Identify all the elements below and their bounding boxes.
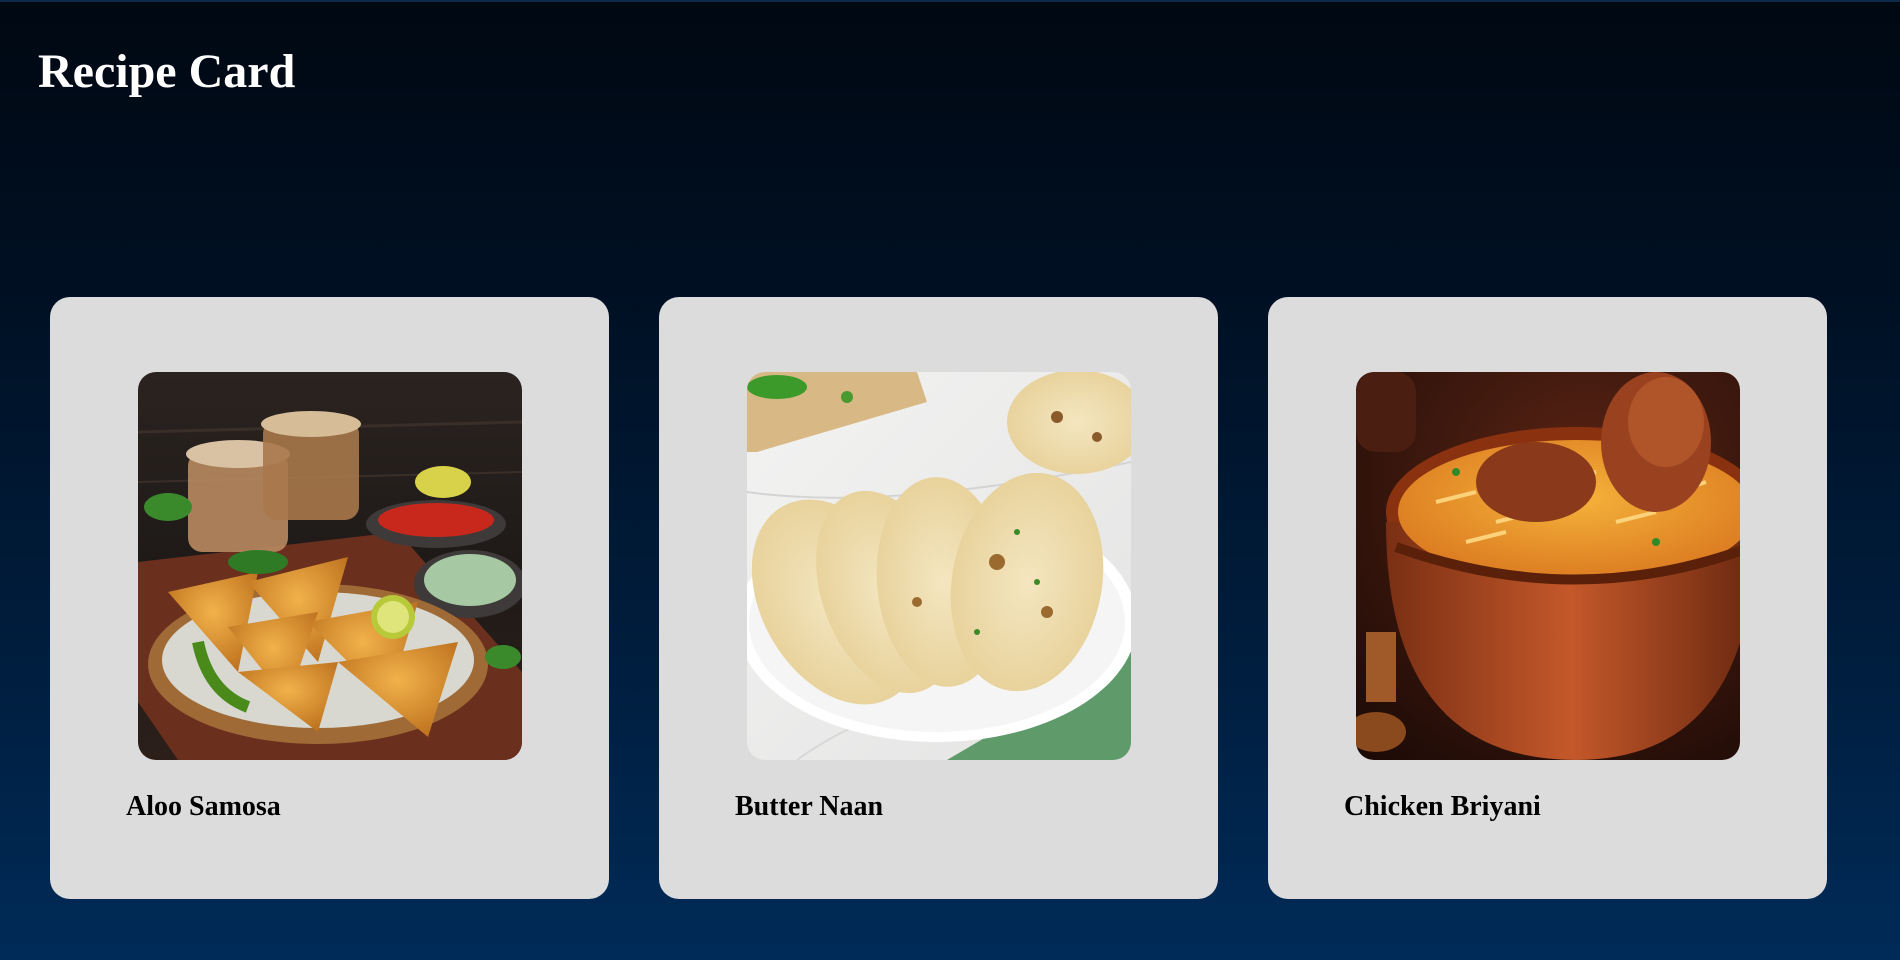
recipe-image-naan	[747, 372, 1131, 760]
recipe-card[interactable]: Chicken Briyani	[1268, 297, 1827, 899]
recipe-card-title: Aloo Samosa	[126, 791, 281, 822]
recipe-card-title: Chicken Briyani	[1344, 791, 1541, 822]
recipe-card[interactable]: Aloo Samosa	[50, 297, 609, 899]
page-title: Recipe Card	[38, 45, 296, 98]
recipe-image-biryani	[1356, 372, 1740, 760]
recipe-image-samosa	[138, 372, 522, 760]
samosa-photo-icon	[138, 372, 522, 760]
biryani-photo-icon	[1356, 372, 1740, 760]
naan-photo-icon	[747, 372, 1131, 760]
recipe-card-title: Butter Naan	[735, 791, 884, 822]
recipe-card-list: Aloo Samosa Butter Naan Chicken Briyani	[50, 297, 1827, 899]
recipe-card[interactable]: Butter Naan	[659, 297, 1218, 899]
